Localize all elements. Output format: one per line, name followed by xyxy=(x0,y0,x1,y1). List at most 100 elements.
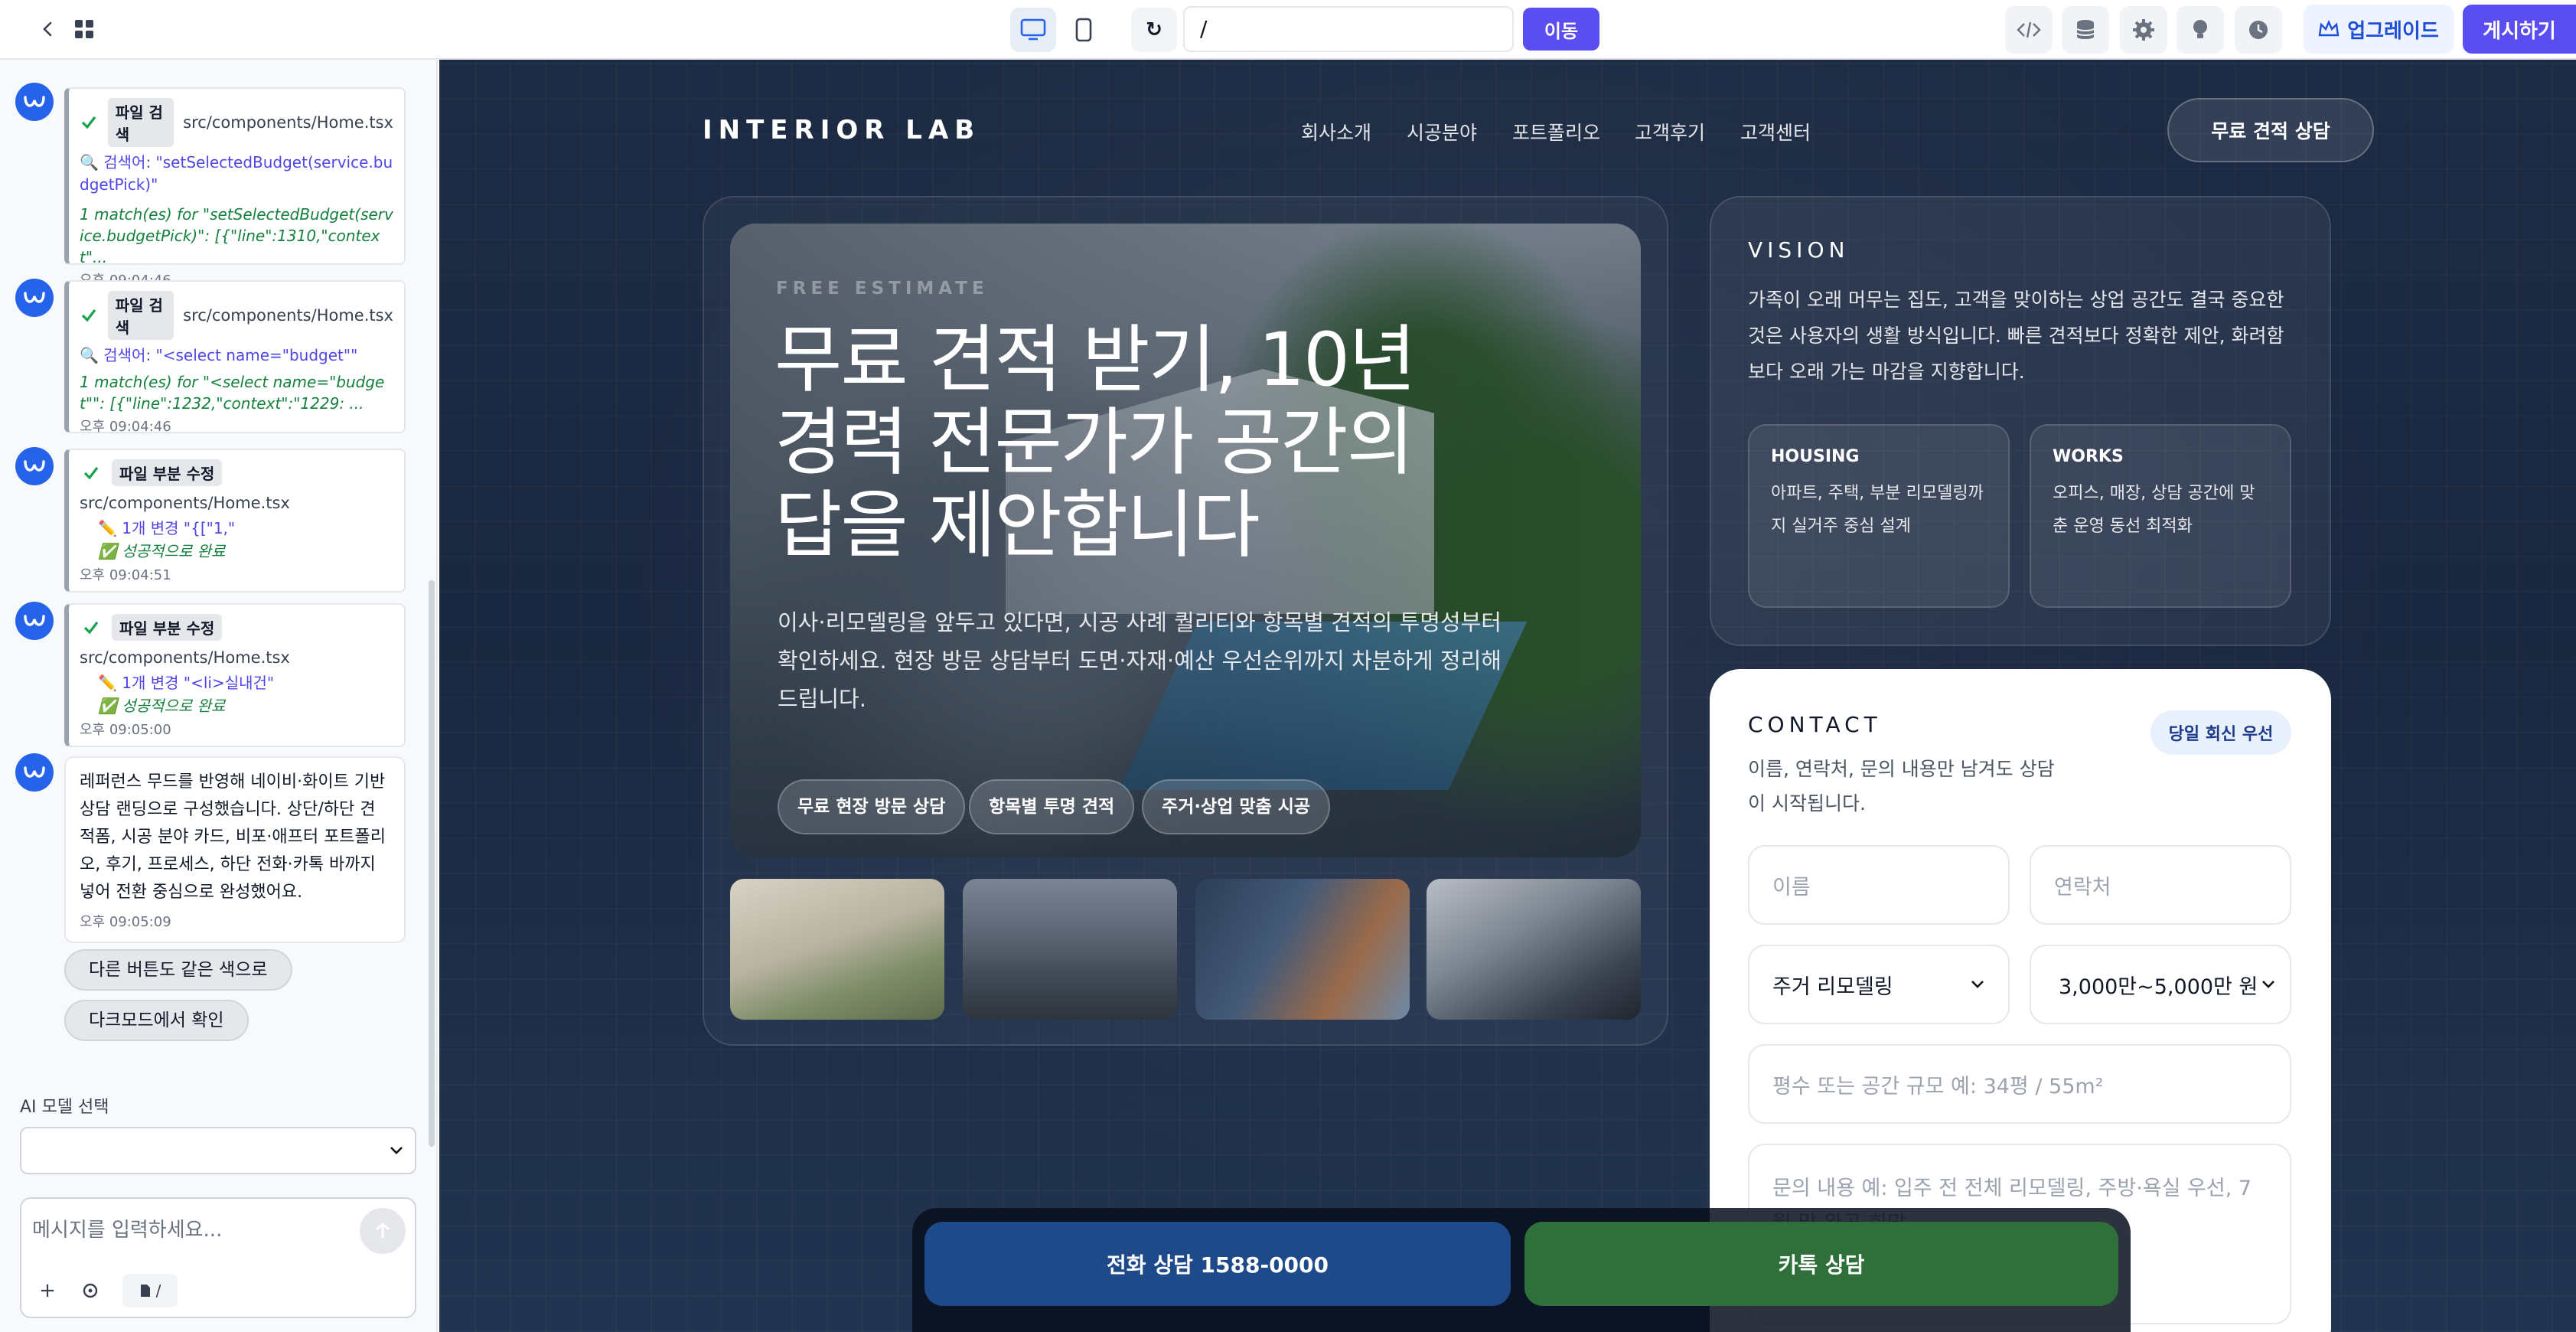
hero-eyebrow: FREE ESTIMATE xyxy=(776,279,989,299)
timestamp: 오후 09:04:46 xyxy=(80,419,171,435)
page-path-chip[interactable]: / xyxy=(122,1274,178,1308)
history-button[interactable] xyxy=(2235,6,2282,54)
message-composer[interactable]: 메시지를 입력하세요... + / xyxy=(20,1197,416,1318)
go-button[interactable]: 이동 xyxy=(1523,8,1599,51)
model-select-label: AI 모델 선택 xyxy=(20,1098,109,1117)
assistant-avatar xyxy=(15,447,54,485)
upgrade-button[interactable]: 업그레이드 xyxy=(2304,5,2454,54)
file-path: src/components/Home.tsx xyxy=(80,494,290,512)
hero-feature-pill[interactable]: 주거·상업 맞춤 시공 xyxy=(1142,779,1331,834)
desktop-view-button[interactable] xyxy=(1010,8,1056,52)
crosshair-icon xyxy=(83,1283,98,1298)
chat-scrollbar[interactable] xyxy=(429,580,435,1147)
chevron-down-icon xyxy=(2262,981,2274,988)
nav-cta-button[interactable]: 무료 견적 상담 xyxy=(2167,98,2374,162)
database-button[interactable] xyxy=(2062,6,2109,54)
refresh-button[interactable]: ↻ xyxy=(1131,8,1177,52)
file-icon xyxy=(140,1285,150,1297)
card-title: WORKS xyxy=(2053,447,2124,466)
message-input[interactable]: 메시지를 입력하세요... xyxy=(32,1214,222,1242)
portfolio-thumbnail[interactable] xyxy=(1195,879,1410,1020)
back-icon[interactable] xyxy=(34,15,61,43)
hero-description: 이사·리모델링을 앞두고 있다면, 시공 사례 퀄리티와 항목별 견적의 투명성… xyxy=(778,609,1502,712)
add-attachment-button[interactable]: + xyxy=(35,1274,60,1308)
hero-feature-pill[interactable]: 항목별 투명 견적 xyxy=(969,779,1135,834)
nav-link[interactable]: 고객후기 xyxy=(1635,118,1705,145)
nav-link[interactable]: 고객센터 xyxy=(1740,118,1811,145)
arrow-up-icon xyxy=(376,1223,390,1238)
chevron-down-icon xyxy=(390,1147,403,1154)
url-input[interactable]: / xyxy=(1183,6,1514,52)
model-select[interactable] xyxy=(20,1127,416,1174)
file-path: src/components/Home.tsx xyxy=(183,113,393,132)
message-text: 레퍼런스 무드를 반영해 네이비·화이트 기반 상담 랜딩으로 구성했습니다. … xyxy=(80,772,386,902)
check-icon xyxy=(80,111,99,134)
tool-message: 파일 부분 수정 src/components/Home.tsx ✏️ 1개 변… xyxy=(64,603,406,747)
portfolio-thumbnail[interactable] xyxy=(963,879,1177,1020)
reply-badge: 당일 회신 우선 xyxy=(2150,710,2291,755)
tool-tag: 파일 부분 수정 xyxy=(112,459,223,486)
portfolio-thumbnail[interactable] xyxy=(730,879,944,1020)
tool-message: 파일 부분 수정 src/components/Home.tsx ✏️ 1개 변… xyxy=(64,449,406,593)
file-path: src/components/Home.tsx xyxy=(183,306,393,325)
search-result: 1 match(es) for "setSelectedBudget(servi… xyxy=(80,205,393,266)
target-button[interactable] xyxy=(78,1274,103,1308)
check-icon xyxy=(80,616,103,639)
kakao-consult-button[interactable]: 카톡 상담 xyxy=(1524,1222,2118,1306)
assistant-message: 레퍼런스 무드를 반영해 네이비·화이트 기반 상담 랜딩으로 구성했습니다. … xyxy=(64,756,406,943)
apps-grid-icon[interactable] xyxy=(70,15,98,43)
brand-logo[interactable]: INTERIOR LAB xyxy=(703,115,980,145)
timestamp: 오후 09:05:00 xyxy=(80,722,171,738)
mobile-view-button[interactable] xyxy=(1061,8,1107,52)
top-toolbar: ↻ / 이동 업그레이드 게시하기 xyxy=(0,0,2576,60)
timestamp: 오후 09:04:51 xyxy=(80,567,171,583)
tool-tag: 파일 부분 수정 xyxy=(112,614,223,641)
gear-icon xyxy=(2133,19,2154,41)
hero-feature-pill[interactable]: 무료 현장 방문 상담 xyxy=(778,779,966,834)
assistant-avatar xyxy=(15,83,54,121)
check-icon xyxy=(80,462,103,485)
tool-message: 파일 검색 src/components/Home.tsx 🔍 검색어: "<s… xyxy=(64,280,406,435)
file-path: src/components/Home.tsx xyxy=(80,648,290,667)
clock-icon xyxy=(2249,21,2268,39)
hero-title: 무료 견적 받기, 10년 경력 전문가가 공간의 답을 제안합니다 xyxy=(774,317,1416,568)
nav-link[interactable]: 시공분야 xyxy=(1407,118,1477,145)
code-icon xyxy=(2017,21,2041,38)
nav-link[interactable]: 회사소개 xyxy=(1301,118,1371,145)
send-button[interactable] xyxy=(360,1208,406,1254)
portfolio-thumbnail[interactable] xyxy=(1427,879,1641,1020)
service-type-select[interactable]: 주거 리모델링 xyxy=(1748,945,2010,1024)
card-text: 오피스, 매장, 상담 공간에 맞춘 운영 동선 최적화 xyxy=(2053,484,2255,536)
nav-link[interactable]: 포트폴리오 xyxy=(1512,118,1600,145)
site-preview: INTERIOR LAB 회사소개 시공분야 포트폴리오 고객후기 고객센터 무… xyxy=(439,60,2576,1332)
monitor-icon xyxy=(1020,18,1046,41)
ideas-button[interactable] xyxy=(2177,6,2224,54)
assistant-avatar xyxy=(15,279,54,317)
vision-text: 가족이 오래 머무는 집도, 고객을 맞이하는 상업 공간도 결국 중요한 것은… xyxy=(1748,289,2284,383)
search-query: 🔍 검색어: "setSelectedBudget(service.budget… xyxy=(80,153,393,194)
code-view-button[interactable] xyxy=(2005,6,2053,54)
search-result: 1 match(es) for "<select name="budget"":… xyxy=(80,373,385,413)
name-input[interactable]: 이름 xyxy=(1748,845,2010,925)
suggestion-chip[interactable]: 다크모드에서 확인 xyxy=(64,1000,249,1041)
assistant-avatar xyxy=(15,753,54,792)
chevron-down-icon xyxy=(1971,981,1984,988)
chat-panel: 파일 검색 src/components/Home.tsx 🔍 검색어: "se… xyxy=(0,60,438,1332)
budget-select[interactable]: 3,000만~5,000만 원 xyxy=(2030,945,2291,1024)
phone-input[interactable]: 연락처 xyxy=(2030,845,2291,925)
space-size-input[interactable]: 평수 또는 공간 규모 예: 34평 / 55m² xyxy=(1748,1044,2291,1124)
phone-consult-button[interactable]: 전화 상담 1588-0000 xyxy=(924,1222,1511,1306)
refresh-icon: ↻ xyxy=(1146,18,1162,41)
status-text: ✅ 성공적으로 완료 xyxy=(98,542,226,560)
tool-tag: 파일 검색 xyxy=(107,98,174,147)
card-text: 아파트, 주택, 부분 리모델링까지 실거주 중심 설계 xyxy=(1771,484,1984,536)
publish-button[interactable]: 게시하기 xyxy=(2463,5,2576,54)
card-title: HOUSING xyxy=(1771,447,1860,466)
search-query: 🔍 검색어: "<select name="budget"" xyxy=(80,346,358,364)
lightbulb-icon xyxy=(2193,20,2207,38)
settings-button[interactable] xyxy=(2120,6,2167,54)
contact-description: 이름, 연락처, 문의 내용만 남겨도 상담이 시작됩니다. xyxy=(1748,758,2055,815)
suggestion-chip[interactable]: 다른 버튼도 같은 색으로 xyxy=(64,949,292,991)
sticky-contact-bar: 전화 상담 1588-0000 카톡 상담 xyxy=(912,1208,2131,1332)
phone-icon xyxy=(1075,18,1092,42)
